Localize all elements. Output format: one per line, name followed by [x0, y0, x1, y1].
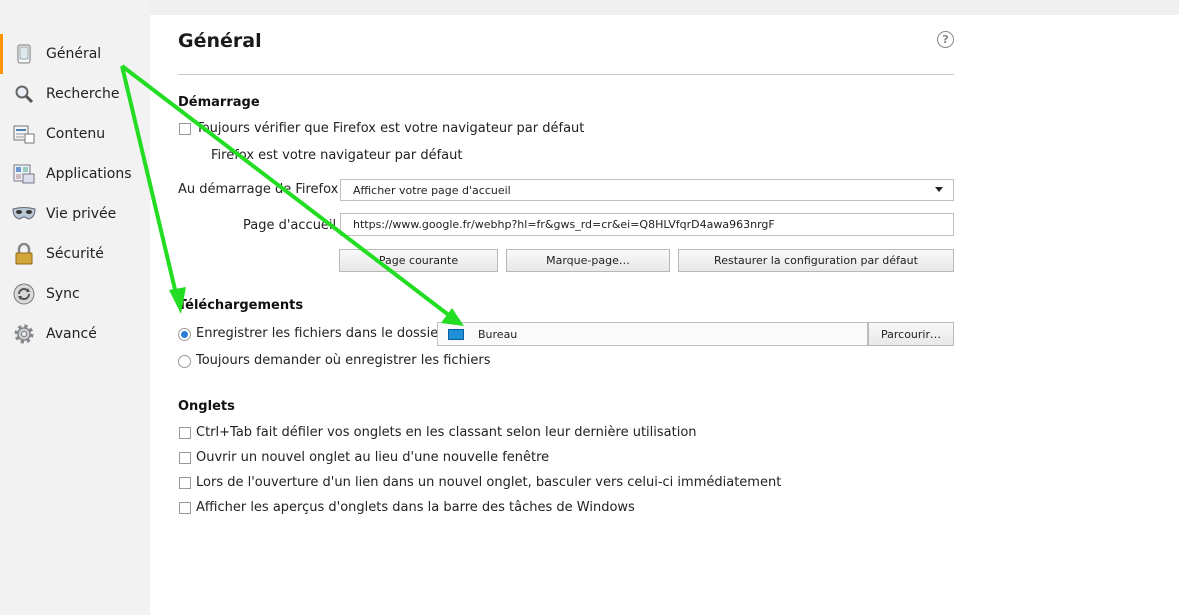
sidebar-item-label: Avancé [46, 326, 97, 342]
save-to-folder-radio[interactable] [178, 328, 191, 341]
always-ask-label: Toujours demander où enregistrer les fic… [196, 353, 491, 368]
tab-option-label: Ouvrir un nouvel onglet au lieu d'une no… [196, 450, 550, 465]
default-browser-checkbox[interactable] [179, 123, 191, 135]
current-page-button[interactable]: Page courante [339, 249, 498, 272]
homepage-label: Page d'accueil : [243, 218, 345, 233]
desktop-folder-icon [448, 328, 464, 340]
browse-button[interactable]: Parcourir… [868, 322, 954, 346]
default-browser-status: Firefox est votre navigateur par défaut [211, 148, 463, 163]
sidebar-item-applications[interactable]: Applications [0, 154, 150, 194]
default-browser-label: Toujours vérifier que Firefox est votre … [196, 121, 585, 136]
sidebar-item-label: Contenu [46, 126, 106, 142]
download-folder-field[interactable]: Bureau [437, 322, 868, 346]
always-ask-radio[interactable] [178, 355, 191, 368]
sidebar-item-label: Sync [46, 286, 80, 302]
sidebar-item-sync[interactable]: Sync [0, 274, 150, 314]
sidebar-item-advanced[interactable]: Avancé [0, 314, 150, 354]
general-icon [12, 42, 36, 66]
sync-icon [12, 282, 36, 306]
dropdown-caret-icon [935, 187, 943, 192]
sidebar-item-label: Recherche [46, 86, 120, 102]
restore-default-button[interactable]: Restaurer la configuration par défaut [678, 249, 954, 272]
sidebar-item-label: Général [46, 46, 102, 62]
startup-mode-dropdown[interactable]: Afficher votre page d'accueil [340, 179, 954, 201]
gear-icon [12, 322, 36, 346]
content-icon [12, 122, 36, 146]
search-icon [12, 82, 36, 106]
sidebar-item-general[interactable]: Général [0, 34, 150, 74]
tab-option-checkbox[interactable] [179, 427, 191, 439]
privacy-mask-icon [12, 202, 36, 226]
page-title: Général [178, 30, 262, 52]
sidebar-item-search[interactable]: Recherche [0, 74, 150, 114]
homepage-input[interactable]: https://www.google.fr/webhp?hl=fr&gws_rd… [340, 213, 954, 236]
save-to-folder-label: Enregistrer les fichiers dans le dossier [196, 326, 444, 341]
applications-icon [12, 162, 36, 186]
tab-option-label: Ctrl+Tab fait défiler vos onglets en les… [196, 425, 697, 440]
tab-option-checkbox[interactable] [179, 477, 191, 489]
sidebar-item-label: Sécurité [46, 246, 104, 262]
sidebar-item-label: Vie privée [46, 206, 117, 222]
homepage-value: https://www.google.fr/webhp?hl=fr&gws_rd… [353, 218, 775, 231]
help-icon[interactable]: ? [937, 31, 954, 48]
downloads-section-title: Téléchargements [178, 298, 304, 313]
sidebar-item-privacy[interactable]: Vie privée [0, 194, 150, 234]
tab-option-checkbox[interactable] [179, 502, 191, 514]
main-panel: Général ? Démarrage Toujours vérifier qu… [150, 15, 1179, 615]
sidebar-item-label: Applications [46, 166, 132, 182]
tab-option-checkbox[interactable] [179, 452, 191, 464]
sidebar: Général Recherche Contenu Applications V… [0, 0, 150, 615]
tab-option-label: Afficher les aperçus d'onglets dans la b… [196, 500, 635, 515]
tab-option-label: Lors de l'ouverture d'un lien dans un no… [196, 475, 782, 490]
startup-mode-value: Afficher votre page d'accueil [353, 183, 511, 197]
download-folder-value: Bureau [478, 327, 518, 341]
title-divider [178, 74, 954, 75]
padlock-icon [12, 242, 36, 266]
sidebar-item-security[interactable]: Sécurité [0, 234, 150, 274]
startup-section-title: Démarrage [178, 95, 260, 110]
sidebar-item-content[interactable]: Contenu [0, 114, 150, 154]
startup-mode-label: Au démarrage de Firefox : [178, 182, 347, 197]
tabs-section-title: Onglets [178, 399, 235, 414]
bookmark-button[interactable]: Marque-page… [506, 249, 670, 272]
